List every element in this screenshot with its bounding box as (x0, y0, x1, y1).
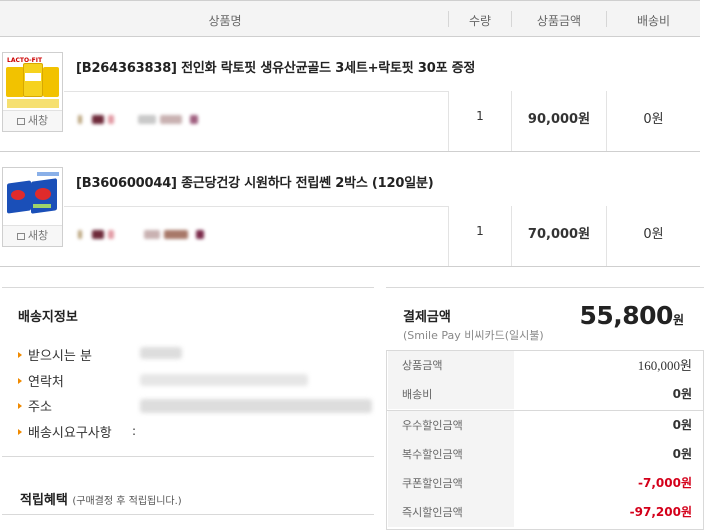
payment-row-label: 배송비 (388, 380, 514, 409)
item-quantity: 1 (476, 224, 484, 238)
bullet-icon (18, 378, 22, 384)
payment-row-label: 우수할인금액 (388, 411, 514, 440)
payment-total: 55,800원 (579, 301, 684, 330)
new-window-button[interactable]: 새창 (3, 226, 62, 246)
recipient-row: 받으시는 분 (18, 345, 92, 364)
payment-row-label: 쿠폰할인금액 (388, 469, 514, 498)
product-image: LACTO-FIT (3, 53, 62, 111)
payment-row-label: 상품금액 (388, 351, 514, 380)
product-thumbnail[interactable]: LACTO-FIT 새창 (2, 52, 63, 132)
order-table-header: 상품명 수량 상품금액 배송비 (0, 0, 700, 37)
points-note: (구매결정 후 적립됩니다.) (72, 496, 182, 507)
new-window-icon (16, 118, 25, 125)
shipping-info-title: 배송지정보 (18, 310, 78, 325)
bullet-icon (18, 429, 22, 435)
product-title[interactable]: [B360600044] 종근당건강 시원하다 전립쎈 2박스 (120일분) (76, 172, 434, 191)
item-shipping: 0원 (643, 112, 664, 127)
header-product-name: 상품명 (208, 14, 242, 28)
bullet-icon (18, 352, 22, 358)
new-window-icon (16, 233, 25, 240)
points-title: 적립혜택 (구매결정 후 적립됩니다.) (20, 493, 182, 508)
address-value (140, 399, 372, 413)
header-quantity: 수량 (468, 14, 492, 28)
item-quantity: 1 (476, 109, 484, 123)
item-amount: 70,000원 (527, 227, 591, 242)
item-amount: 90,000원 (527, 112, 591, 127)
product-option-text (78, 113, 208, 127)
payment-title: 결제금액 (403, 310, 451, 325)
bullet-icon (18, 403, 22, 409)
product-thumbnail[interactable]: 새창 (2, 167, 63, 247)
payment-row-value: -7,000원 (638, 476, 692, 490)
payment-row-value: 0원 (672, 418, 692, 432)
contact-value (140, 374, 308, 386)
contact-row: 연락처 (18, 371, 64, 390)
payment-method: (Smile Pay 비씨카드(일시불) (403, 329, 544, 342)
item-shipping: 0원 (643, 227, 664, 242)
payment-row-label: 복수할인금액 (388, 440, 514, 469)
recipient-value (140, 347, 182, 359)
payment-row-value: 160,000원 (637, 358, 692, 373)
address-row: 주소 (18, 396, 52, 415)
new-window-button[interactable]: 새창 (3, 111, 62, 131)
payment-row-label: 즉시할인금액 (388, 498, 514, 527)
delivery-request-value: : (131, 424, 137, 438)
product-image (3, 168, 62, 226)
header-amount: 상품금액 (536, 14, 582, 28)
product-title[interactable]: [B264363838] 전인화 락토핏 생유산균골드 3세트+락토핏 30포 … (76, 57, 475, 76)
payment-row-value: 0원 (672, 447, 692, 461)
delivery-request-row: 배송시요구사항 (18, 422, 112, 441)
header-shipping: 배송비 (636, 14, 671, 28)
payment-row-value: -97,200원 (629, 505, 692, 519)
payment-row-value: 0원 (672, 387, 692, 401)
product-option-text (78, 228, 208, 242)
